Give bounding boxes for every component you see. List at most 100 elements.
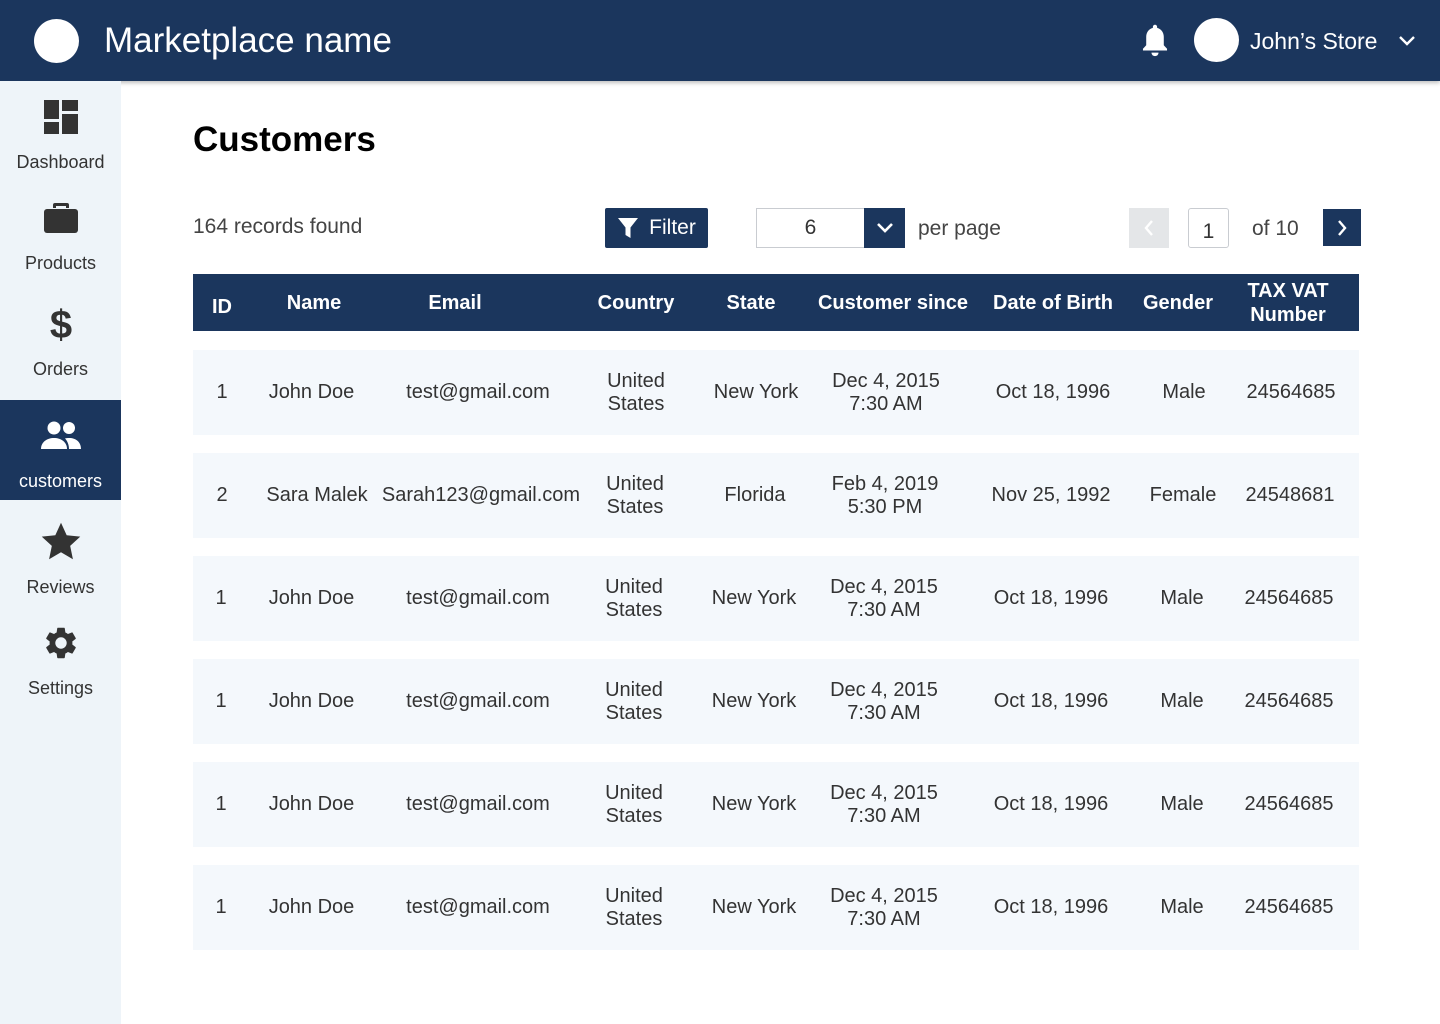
sidebar-item-products[interactable]: Products xyxy=(0,182,121,282)
per-page-value[interactable]: 6 xyxy=(757,209,864,247)
prev-page-button[interactable] xyxy=(1129,208,1169,248)
top-bar: Marketplace name John’s Store xyxy=(0,0,1440,81)
cell-date-of-birth: Oct 18, 1996 xyxy=(995,381,1111,403)
sidebar-item-label: customers xyxy=(18,471,103,491)
page-title: Customers xyxy=(193,120,376,159)
table-row[interactable]: 1 John Doe test@gmail.com United States … xyxy=(193,762,1359,847)
records-count: 164 records found xyxy=(193,215,363,238)
app-title: Marketplace name xyxy=(104,21,392,60)
cell-id: 1 xyxy=(215,690,227,712)
sidebar-item-customers[interactable]: customers xyxy=(0,400,121,500)
since-time: 7:30 AM xyxy=(849,392,923,415)
cell-name: John Doe xyxy=(268,381,355,403)
cell-country: United States xyxy=(605,575,663,621)
chevron-down-icon xyxy=(876,223,893,233)
sidebar-item-label: Products xyxy=(24,253,97,273)
gear-icon xyxy=(45,627,76,659)
store-avatar[interactable] xyxy=(1194,18,1239,62)
filter-button[interactable]: Filter xyxy=(605,208,708,248)
chevron-down-icon[interactable] xyxy=(1396,30,1418,50)
sidebar-item-label: Dashboard xyxy=(16,152,105,172)
column-header-id[interactable]: ID xyxy=(193,274,251,331)
per-page-dropdown-button[interactable] xyxy=(864,208,905,248)
column-header-tax-vat[interactable]: TAX VAT Number xyxy=(1233,274,1343,331)
marketplace-logo[interactable] xyxy=(34,19,79,63)
cell-state: New York xyxy=(711,690,797,712)
svg-text:$: $ xyxy=(49,304,71,344)
cell-customer-since: Dec 4, 2015 7:30 AM xyxy=(809,762,959,847)
since-date: Dec 4, 2015 xyxy=(830,781,938,804)
since-time: 5:30 PM xyxy=(847,495,923,518)
cell-gender: Male xyxy=(1160,896,1204,918)
dashboard-icon xyxy=(43,100,78,134)
cell-country: United States xyxy=(607,369,665,415)
column-header-state[interactable]: State xyxy=(703,274,799,331)
cell-id: 1 xyxy=(215,793,227,815)
briefcase-icon xyxy=(43,203,78,233)
sidebar-item-settings[interactable]: Settings xyxy=(0,607,121,707)
filter-label: Filter xyxy=(649,216,696,239)
cell-email: Sarah123@gmail.com xyxy=(381,484,581,506)
cell-email: test@gmail.com xyxy=(406,587,550,609)
table-row[interactable]: 1 John Doe test@gmail.com United States … xyxy=(193,659,1359,744)
cell-tax-vat: 24564685 xyxy=(1244,690,1334,712)
since-time: 7:30 AM xyxy=(847,907,921,930)
cell-id: 1 xyxy=(215,896,227,918)
column-header-country[interactable]: Country xyxy=(585,274,687,331)
cell-email: test@gmail.com xyxy=(406,896,550,918)
bell-icon[interactable] xyxy=(1138,22,1172,60)
cell-customer-since: Dec 4, 2015 7:30 AM xyxy=(809,865,959,950)
sidebar-item-reviews[interactable]: Reviews xyxy=(0,506,121,606)
cell-customer-since: Dec 4, 2015 7:30 AM xyxy=(811,350,961,435)
cell-id: 1 xyxy=(215,587,227,609)
since-date: Dec 4, 2015 xyxy=(830,575,938,598)
column-header-gender[interactable]: Gender xyxy=(1135,274,1221,331)
since-date: Dec 4, 2015 xyxy=(830,884,938,907)
cell-name: John Doe xyxy=(268,896,355,918)
cell-name: John Doe xyxy=(268,793,355,815)
table-row[interactable]: 2 Sara Malek Sarah123@gmail.com United S… xyxy=(193,453,1359,538)
table-row[interactable]: 1 John Doe test@gmail.com United States … xyxy=(193,865,1359,950)
page-number-input[interactable]: 1 xyxy=(1188,208,1229,248)
per-page-select[interactable]: 6 xyxy=(756,208,905,248)
cell-email: test@gmail.com xyxy=(406,793,550,815)
since-time: 7:30 AM xyxy=(847,804,921,827)
cell-tax-vat: 24564685 xyxy=(1244,896,1334,918)
cell-country: United States xyxy=(605,678,663,724)
since-time: 7:30 AM xyxy=(847,701,921,724)
sidebar-item-label: Orders xyxy=(32,359,88,379)
column-header-email[interactable]: Email xyxy=(380,274,530,331)
column-header-customer-since[interactable]: Customer since xyxy=(811,274,975,331)
star-icon xyxy=(41,522,80,560)
cell-customer-since: Feb 4, 2019 5:30 PM xyxy=(811,453,959,538)
cell-state: New York xyxy=(711,896,797,918)
since-date: Dec 4, 2015 xyxy=(830,678,938,701)
cell-id: 2 xyxy=(216,484,228,506)
cell-country: United States xyxy=(605,781,663,827)
sidebar: Dashboard Products $ Orders customers Re… xyxy=(0,81,121,1024)
next-page-button[interactable] xyxy=(1323,209,1361,246)
page-total-label: of 10 xyxy=(1252,217,1299,240)
cell-date-of-birth: Oct 18, 1996 xyxy=(993,896,1109,918)
cell-state: New York xyxy=(711,793,797,815)
column-header-name[interactable]: Name xyxy=(259,274,369,331)
table-row[interactable]: 1 John Doe test@gmail.com United States … xyxy=(193,556,1359,641)
sidebar-item-dashboard[interactable]: Dashboard xyxy=(0,81,121,181)
cell-country: United States xyxy=(605,884,663,930)
table-row[interactable]: 1 John Doe test@gmail.com United States … xyxy=(193,350,1359,435)
sidebar-item-label: Reviews xyxy=(26,577,95,597)
cell-tax-vat: 24564685 xyxy=(1246,381,1336,403)
sidebar-item-orders[interactable]: $ Orders xyxy=(0,288,121,388)
chevron-left-icon xyxy=(1144,220,1153,236)
cell-tax-vat: 24564685 xyxy=(1244,793,1334,815)
table-header: ID Name Email Country State Customer sin… xyxy=(193,274,1359,331)
cell-gender: Male xyxy=(1160,690,1204,712)
cell-date-of-birth: Oct 18, 1996 xyxy=(993,587,1109,609)
cell-gender: Male xyxy=(1160,587,1204,609)
cell-date-of-birth: Nov 25, 1992 xyxy=(991,484,1111,506)
cell-customer-since: Dec 4, 2015 7:30 AM xyxy=(809,659,959,744)
cell-customer-since: Dec 4, 2015 7:30 AM xyxy=(809,556,959,641)
store-name[interactable]: John’s Store xyxy=(1250,27,1377,55)
cell-country: United States xyxy=(606,472,664,518)
column-header-date-of-birth[interactable]: Date of Birth xyxy=(985,274,1121,331)
